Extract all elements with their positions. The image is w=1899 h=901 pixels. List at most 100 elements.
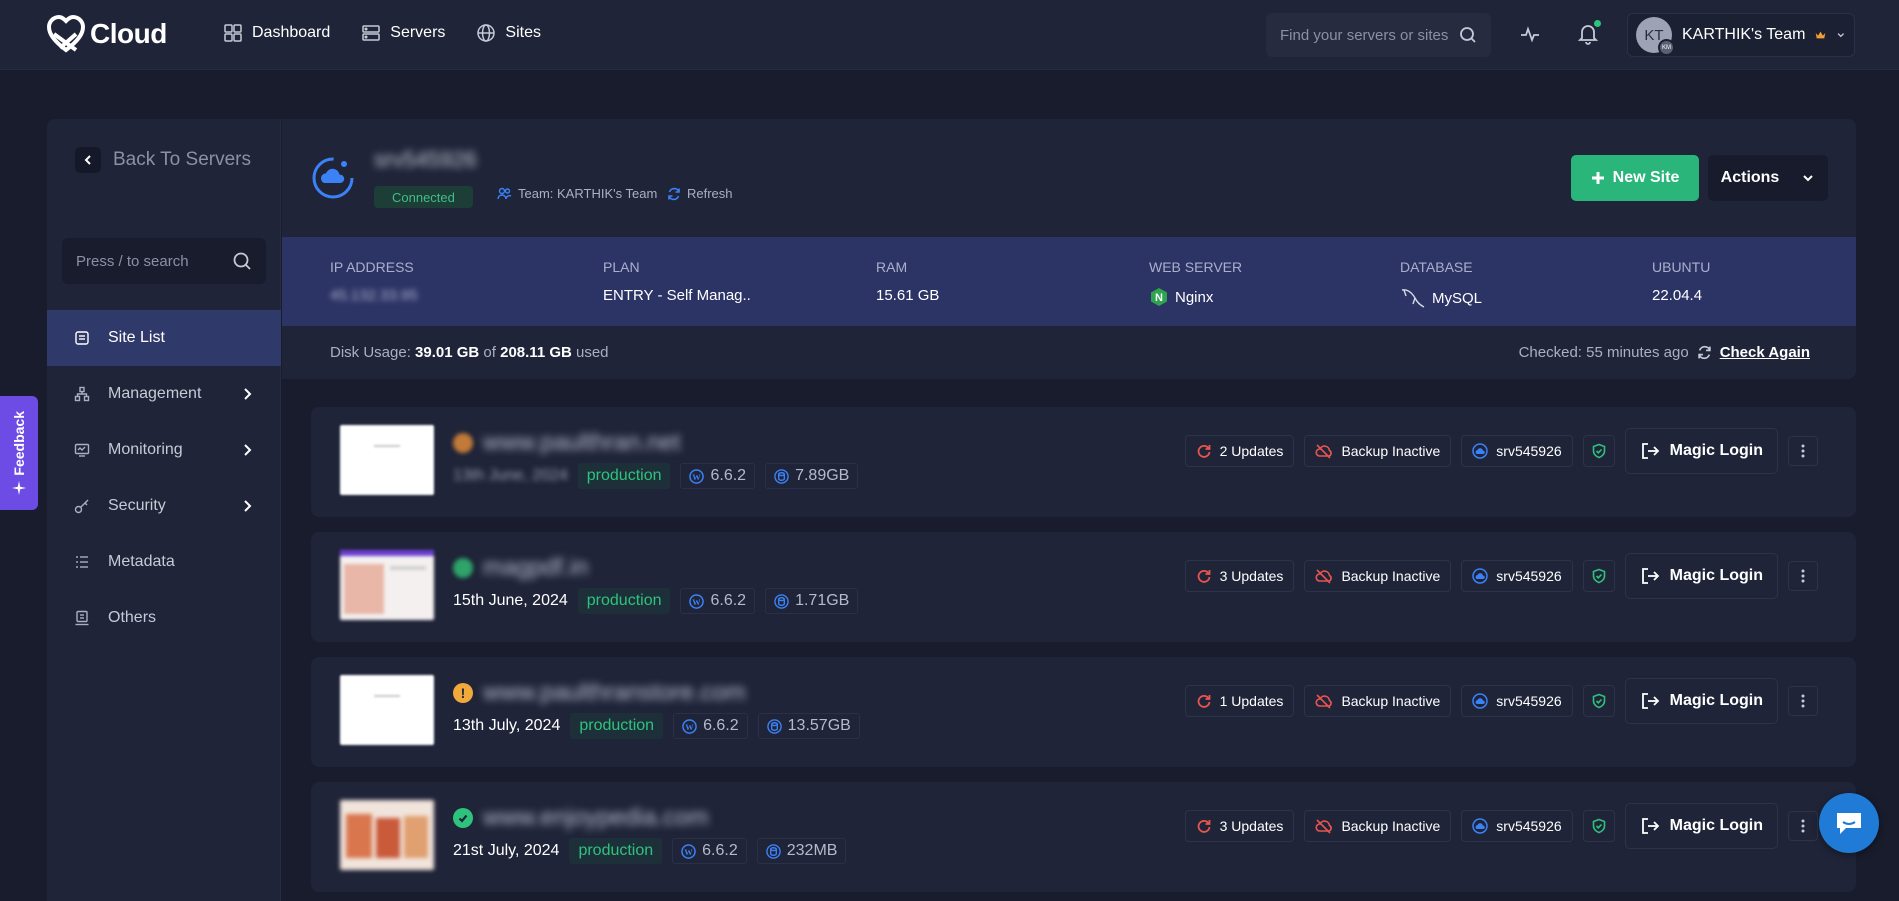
site-domain[interactable]: www.enjoypedia.com — [483, 804, 708, 832]
refresh-label: Refresh — [687, 186, 733, 201]
top-navbar: Cloud Dashboard Servers Sites Find your … — [0, 0, 1899, 70]
sidebar-item-monitoring[interactable]: Monitoring — [47, 422, 281, 478]
site-thumbnail[interactable] — [340, 675, 434, 745]
monitor-icon — [74, 443, 90, 457]
shield-check-icon[interactable] — [1582, 810, 1615, 842]
stat-label: UBUNTU — [1652, 259, 1711, 275]
shield-check-icon[interactable] — [1582, 560, 1615, 592]
server-link-button[interactable]: srv545926 — [1461, 435, 1573, 467]
back-label: Back To Servers — [113, 149, 251, 170]
sidebar-item-others[interactable]: Others — [47, 590, 281, 646]
global-search-input[interactable]: Find your servers or sites — [1266, 13, 1491, 57]
search-icon — [1460, 27, 1476, 43]
check-again-link[interactable]: Check Again — [1720, 344, 1810, 361]
feedback-tab[interactable]: Feedback — [0, 396, 38, 510]
sidebar-item-management[interactable]: Management — [47, 366, 281, 422]
server-team: Team: KARTHIK's Team — [497, 186, 657, 201]
key-icon — [74, 499, 89, 514]
refresh-button[interactable]: Refresh — [667, 186, 733, 201]
svg-text:W: W — [693, 471, 702, 481]
server-link-button[interactable]: srv545926 — [1461, 685, 1573, 717]
wordpress-icon: W — [689, 468, 705, 484]
avatar-sub-initials: KM — [1658, 39, 1675, 56]
wp-version-badge: W 6.6.2 — [673, 713, 748, 739]
new-site-button[interactable]: New Site — [1571, 155, 1699, 201]
updates-button[interactable]: 3 Updates — [1184, 560, 1295, 592]
site-thumbnail[interactable] — [340, 425, 434, 495]
cloud-icon — [1472, 568, 1489, 584]
site-size-badge: 232MB — [756, 838, 847, 864]
sidebar-menu: Site List Management Monitoring Security… — [47, 310, 281, 646]
nav-sites[interactable]: Sites — [475, 22, 541, 44]
magic-login-button[interactable]: Magic Login — [1624, 678, 1778, 724]
chevron-left-icon — [75, 147, 101, 173]
sidebar-item-label: Metadata — [108, 553, 175, 570]
more-options-icon[interactable] — [1788, 436, 1818, 466]
stat-plan: PLAN ENTRY - Self Manag.. — [603, 259, 751, 304]
status-ok-icon — [453, 808, 473, 828]
activity-icon[interactable] — [1518, 22, 1542, 46]
sparkle-icon — [12, 481, 26, 496]
backup-status-button[interactable]: Backup Inactive — [1304, 435, 1452, 467]
ip-address-value: 45.132.33.95 — [330, 287, 418, 304]
login-icon — [1641, 818, 1659, 834]
more-options-icon[interactable] — [1788, 811, 1818, 841]
nav-dashboard[interactable]: Dashboard — [222, 22, 330, 44]
brand-logo[interactable]: Cloud — [46, 14, 167, 54]
site-domain[interactable]: www.paulthran.net — [483, 429, 680, 457]
refresh-icon — [1697, 345, 1711, 360]
shield-check-icon[interactable] — [1582, 435, 1615, 467]
cloud-icon — [1472, 443, 1489, 459]
cloud-off-icon — [1315, 694, 1333, 709]
os-version-value: 22.04.4 — [1652, 287, 1703, 304]
sidebar-item-security[interactable]: Security — [47, 478, 281, 534]
site-date: 21st July, 2024 — [453, 842, 560, 859]
cloud-server-icon — [312, 157, 354, 199]
nav-servers[interactable]: Servers — [360, 22, 445, 44]
sidebar-search-input[interactable]: Press / to search — [62, 238, 266, 284]
magic-login-button[interactable]: Magic Login — [1624, 428, 1778, 474]
site-card: ! www.paulthranstore.com 13th July, 2024… — [311, 657, 1856, 767]
site-domain[interactable]: www.paulthranstore.com — [483, 679, 746, 707]
checked-label: Checked: 55 minutes ago — [1518, 344, 1689, 361]
updates-button[interactable]: 1 Updates — [1184, 685, 1295, 717]
site-card: www.paulthran.net 13th June, 2024 produc… — [311, 407, 1856, 517]
others-icon — [75, 610, 89, 626]
feedback-label: Feedback — [11, 410, 27, 476]
magic-login-button[interactable]: Magic Login — [1624, 553, 1778, 599]
disk-used: 39.01 GB — [415, 344, 480, 361]
updates-button[interactable]: 3 Updates — [1184, 810, 1295, 842]
more-options-icon[interactable] — [1788, 686, 1818, 716]
server-link-button[interactable]: srv545926 — [1461, 560, 1573, 592]
more-options-icon[interactable] — [1788, 561, 1818, 591]
back-to-servers-link[interactable]: Back To Servers — [75, 147, 251, 173]
sidebar-item-site-list[interactable]: Site List — [47, 310, 281, 366]
stat-label: IP ADDRESS — [330, 259, 414, 275]
updates-button[interactable]: 2 Updates — [1184, 435, 1295, 467]
wordpress-icon: W — [681, 843, 696, 859]
backup-status-button[interactable]: Backup Inactive — [1304, 810, 1452, 842]
team-switcher[interactable]: KT KM KARTHIK's Team — [1627, 13, 1855, 57]
chat-launcher-button[interactable] — [1819, 793, 1879, 853]
status-warning-icon — [453, 433, 473, 453]
magic-login-button[interactable]: Magic Login — [1624, 803, 1778, 849]
sidebar-item-metadata[interactable]: Metadata — [47, 534, 281, 590]
site-thumbnail[interactable] — [340, 800, 434, 870]
backup-status-button[interactable]: Backup Inactive — [1304, 685, 1452, 717]
stat-web-server: WEB SERVER N Nginx — [1149, 259, 1242, 307]
actions-dropdown[interactable]: Actions — [1708, 155, 1828, 201]
cloud-off-icon — [1315, 569, 1333, 584]
status-ok-icon — [453, 558, 473, 578]
server-panel: srv545926 Connected Team: KARTHIK's Team… — [282, 119, 1856, 379]
backup-status-button[interactable]: Backup Inactive — [1304, 560, 1452, 592]
sitemap-icon — [74, 386, 90, 402]
site-thumbnail[interactable] — [340, 550, 434, 620]
shield-check-icon[interactable] — [1582, 685, 1615, 717]
server-link-button[interactable]: srv545926 — [1461, 810, 1573, 842]
web-server-value: N Nginx — [1149, 287, 1242, 307]
chevron-right-icon — [244, 388, 252, 400]
site-domain[interactable]: magpdf.in — [483, 554, 588, 582]
actions-label: Actions — [1720, 169, 1780, 186]
nav-servers-label: Servers — [390, 24, 446, 41]
stat-label: RAM — [876, 259, 908, 275]
